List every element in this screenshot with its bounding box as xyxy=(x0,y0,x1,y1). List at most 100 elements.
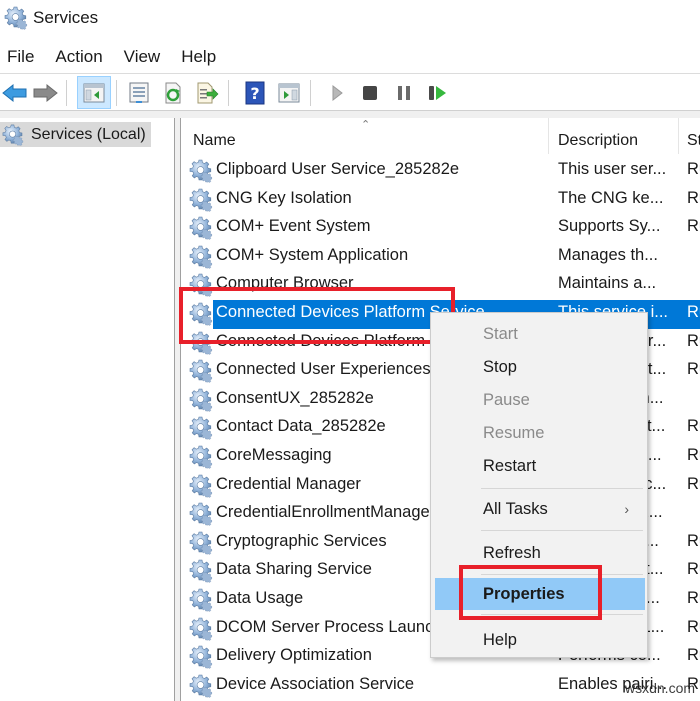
context-menu: Start Stop Pause Resume Restart All Task… xyxy=(430,312,648,658)
context-menu-label: All Tasks xyxy=(483,499,548,518)
context-menu-separator xyxy=(481,530,643,531)
context-menu-refresh[interactable]: Refresh xyxy=(431,537,647,569)
service-name: CNG Key Isolation xyxy=(216,188,352,207)
service-gear-icon xyxy=(189,388,213,412)
help-button[interactable]: ? xyxy=(240,78,270,108)
service-name: Contact Data_285282e xyxy=(216,417,386,436)
service-gear-icon xyxy=(189,302,213,326)
menu-bar: File Action View Help xyxy=(0,44,230,72)
arrow-left-icon xyxy=(2,83,27,103)
service-description: Manages th... xyxy=(558,245,658,264)
service-status: Ru xyxy=(687,646,700,665)
services-gear-icon xyxy=(4,6,28,30)
context-menu-start[interactable]: Start xyxy=(431,318,647,350)
title-bar: Services xyxy=(0,0,700,38)
service-name: CoreMessaging xyxy=(216,445,332,464)
start-service-button[interactable] xyxy=(322,78,352,108)
service-status: Ru xyxy=(687,331,700,350)
context-menu-stop[interactable]: Stop xyxy=(431,351,647,383)
service-description: Maintains a... xyxy=(558,274,657,293)
console-tree-icon xyxy=(83,83,105,102)
service-name: DCOM Server Process Launcher xyxy=(216,617,458,636)
toolbar-separator xyxy=(66,80,67,106)
properties-button[interactable] xyxy=(124,78,154,108)
menu-file[interactable]: File xyxy=(7,44,34,72)
service-row[interactable]: COM+ System Application Manages th... xyxy=(181,243,700,272)
service-gear-icon xyxy=(189,674,213,698)
service-row[interactable]: COM+ Event System Supports Sy... Ru xyxy=(181,214,700,243)
export-list-icon xyxy=(197,82,219,104)
service-gear-icon xyxy=(189,559,213,583)
context-menu-label: Restart xyxy=(483,456,537,475)
tree-node-services-local[interactable]: Services (Local) xyxy=(0,122,151,147)
service-status: Ru xyxy=(687,417,700,436)
service-name: ConsentUX_285282e xyxy=(216,388,374,407)
context-menu-all-tasks[interactable]: All Tasks › xyxy=(431,493,647,525)
window-title: Services xyxy=(33,8,99,27)
context-menu-pause[interactable]: Pause xyxy=(431,384,647,416)
service-gear-icon xyxy=(189,359,213,383)
menu-view[interactable]: View xyxy=(124,44,161,72)
service-gear-icon xyxy=(189,645,213,669)
service-gear-icon xyxy=(189,416,213,440)
service-status: Ru xyxy=(687,188,700,207)
service-description: This user ser... xyxy=(558,160,667,178)
console-tree: Services (Local) xyxy=(0,118,175,701)
services-gear-icon xyxy=(2,124,24,146)
service-status: Ru xyxy=(687,217,700,236)
service-gear-icon xyxy=(189,188,213,212)
column-header-status[interactable]: St xyxy=(679,118,700,154)
back-button[interactable] xyxy=(0,78,30,108)
service-status: Ru xyxy=(687,360,700,379)
service-status: Ru xyxy=(687,531,700,550)
toolbar-separator xyxy=(228,80,229,106)
context-menu-resume[interactable]: Resume xyxy=(431,417,647,449)
play-icon xyxy=(332,84,343,102)
arrow-right-icon xyxy=(33,83,58,103)
service-status: Ru xyxy=(687,560,700,579)
export-list-button[interactable] xyxy=(192,78,222,108)
refresh-button[interactable] xyxy=(158,78,188,108)
service-status: Ru xyxy=(687,474,700,493)
context-menu-help[interactable]: Help xyxy=(431,624,647,656)
column-header-description[interactable]: Description xyxy=(549,118,679,154)
context-menu-separator xyxy=(481,488,643,489)
service-row[interactable]: Clipboard User Service_285282e This user … xyxy=(181,157,700,186)
tree-node-label: Services (Local) xyxy=(31,125,146,143)
svg-text:?: ? xyxy=(250,84,259,103)
restart-service-button[interactable] xyxy=(423,78,453,108)
toolbar-separator xyxy=(116,80,117,106)
service-status: Ru xyxy=(687,160,700,178)
menu-action[interactable]: Action xyxy=(55,44,102,72)
service-name: Delivery Optimization xyxy=(216,646,372,665)
service-name: Data Usage xyxy=(216,588,304,607)
stop-service-button[interactable] xyxy=(355,78,385,108)
service-gear-icon xyxy=(189,159,213,183)
service-name: Device Association Service xyxy=(216,674,415,693)
service-row[interactable]: CNG Key Isolation The CNG ke... Ru xyxy=(181,186,700,215)
context-menu-label: Pause xyxy=(483,390,530,409)
pause-service-button[interactable] xyxy=(389,78,419,108)
service-row[interactable]: Computer Browser Maintains a... xyxy=(181,271,700,300)
service-description: Supports Sy... xyxy=(558,217,661,236)
service-gear-icon xyxy=(189,474,213,498)
service-name: Computer Browser xyxy=(216,274,354,293)
service-gear-icon xyxy=(189,531,213,555)
service-gear-icon xyxy=(189,445,213,469)
service-row[interactable]: Device Association Service Enables pairi.… xyxy=(181,672,700,701)
context-menu-properties[interactable]: Properties xyxy=(435,578,645,610)
context-menu-label: Stop xyxy=(483,357,517,376)
forward-button[interactable] xyxy=(30,78,60,108)
show-hide-console-tree-button[interactable] xyxy=(77,76,111,109)
column-header-name[interactable]: Name xyxy=(181,118,549,154)
context-menu-restart[interactable]: Restart xyxy=(431,450,647,482)
show-action-pane-button[interactable] xyxy=(274,78,304,108)
service-gear-icon xyxy=(189,245,213,269)
context-menu-label: Resume xyxy=(483,423,545,442)
service-status: Ru xyxy=(687,588,700,607)
service-gear-icon xyxy=(189,216,213,240)
menu-help[interactable]: Help xyxy=(181,44,216,72)
action-pane-icon xyxy=(278,83,300,103)
service-gear-icon xyxy=(189,588,213,612)
context-menu-label: Start xyxy=(483,324,518,343)
